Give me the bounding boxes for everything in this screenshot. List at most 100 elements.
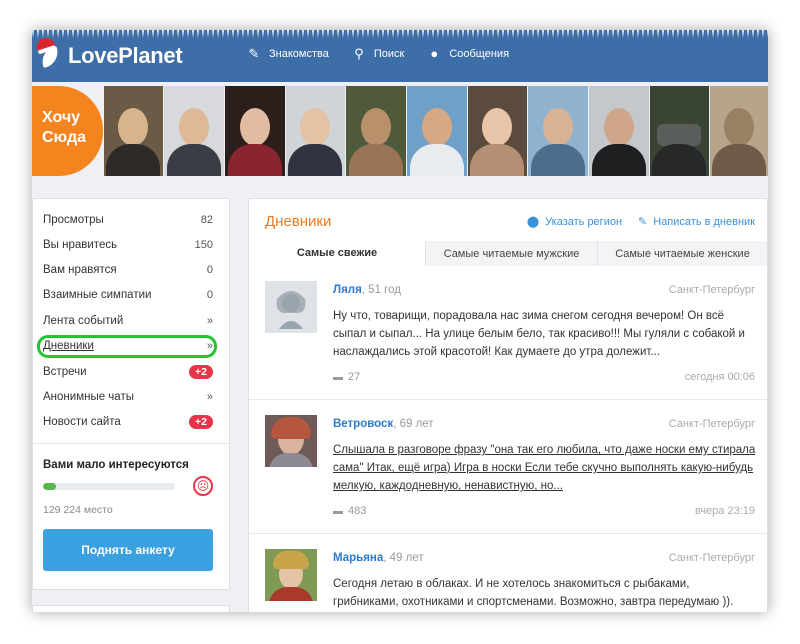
profile-photo[interactable] xyxy=(103,86,164,176)
want-here-line1: Хочу xyxy=(42,109,81,126)
progress-fill xyxy=(43,483,57,490)
diaries-panel: Дневники ⬤ Указать регион ✎ Написать в д… xyxy=(248,198,768,612)
sidebar-item-label: Вы нравитесь xyxy=(43,239,118,251)
write-diary-link[interactable]: ✎ Написать в дневник xyxy=(638,215,755,229)
search-icon: ⚲ xyxy=(354,46,364,61)
entry-city: Санкт-Петербург xyxy=(668,552,755,564)
sidebar-item-label: Дневники xyxy=(43,340,94,352)
entry-text[interactable]: Сегодня летаю в облаках. И не хотелось з… xyxy=(333,575,757,612)
author-name-link[interactable]: Ляля xyxy=(333,284,362,296)
diary-entry: Марьяна, 49 лет Санкт-Петербург Сегодня … xyxy=(249,535,767,612)
site-logo[interactable]: LovePlanet xyxy=(34,35,183,72)
profile-photo[interactable] xyxy=(588,86,649,176)
profile-photo[interactable] xyxy=(649,86,710,176)
sidebar-item-views[interactable]: Просмотры 82 xyxy=(43,210,213,230)
female-silhouette-icon xyxy=(276,291,306,329)
profile-photo[interactable] xyxy=(285,86,346,176)
profile-photo[interactable] xyxy=(406,86,467,176)
chat-icon: ● xyxy=(430,46,439,61)
author-name-link[interactable]: Марьяна xyxy=(333,552,383,564)
nav-dating-label: Знакомства xyxy=(269,48,329,60)
tab-newest[interactable]: Самые свежие xyxy=(249,241,425,266)
nav-dating[interactable]: ✎ Знакомства xyxy=(246,46,329,62)
count-badge: +2 xyxy=(189,415,213,429)
profile-photo[interactable] xyxy=(164,86,224,176)
entry-text[interactable]: Ну что, товарищи, порадовала нас зима сн… xyxy=(333,307,757,361)
write-diary-label: Написать в дневник xyxy=(653,215,755,228)
author-name-link[interactable]: Ветровоск xyxy=(333,418,393,430)
popularity-progress-bar xyxy=(43,483,175,490)
entry-comments[interactable]: ▬ 483 xyxy=(333,505,366,517)
sad-face-icon: ☹ xyxy=(193,476,213,496)
sidebar-item-label: Вам нравятся xyxy=(43,264,117,276)
santa-hat-icon xyxy=(34,35,56,53)
nav-messages[interactable]: ● Сообщения xyxy=(426,46,509,62)
sidebar-item-count: 0 xyxy=(206,264,213,276)
tab-top-male[interactable]: Самые читаемые мужские xyxy=(425,241,597,266)
sidebar-item-feed[interactable]: Лента событий » xyxy=(43,311,213,331)
entry-author: Ветровоск, 69 лет xyxy=(333,418,434,430)
sidebar-item-count: 150 xyxy=(194,239,213,251)
entry-time: вчера 23:19 xyxy=(694,505,755,517)
profile-photo[interactable] xyxy=(467,86,528,176)
rating-place: 129 224 место xyxy=(43,504,113,516)
sidebar-item-label: Просмотры xyxy=(43,214,104,226)
entry-time: сегодня 00:06 xyxy=(684,371,755,383)
diary-tabs: Самые свежие Самые читаемые мужские Самы… xyxy=(249,241,767,266)
author-age: , 51 год xyxy=(361,284,401,296)
sidebar-item-you-like[interactable]: Вам нравятся 0 xyxy=(43,260,213,280)
logo-feather-icon xyxy=(34,35,62,69)
sidebar-item-count: 82 xyxy=(200,214,213,226)
avatar[interactable] xyxy=(265,549,317,601)
author-age: , 49 лет xyxy=(383,552,424,564)
sidebar-item-meetings[interactable]: Встречи +2 xyxy=(43,362,213,382)
sidebar-item-anon-chats[interactable]: Анонимные чаты » xyxy=(43,387,213,407)
logo-text: LovePlanet xyxy=(68,43,183,68)
sidebar-next-block xyxy=(32,605,230,612)
want-here-line2: Сюда xyxy=(42,129,87,146)
sidebar-item-mutual[interactable]: Взаимные симпатии 0 xyxy=(43,285,213,305)
entry-text[interactable]: Слышала в разговоре фразу "она так его л… xyxy=(333,441,757,495)
browser-viewport: LovePlanet ✎ Знакомства ⚲ Поиск ● Сообще… xyxy=(32,30,768,612)
profile-photo[interactable] xyxy=(710,86,768,176)
photo-strip: Хочу Сюда xyxy=(32,86,768,176)
entry-author: Ляля, 51 год xyxy=(333,284,401,296)
comment-icon: ▬ xyxy=(333,371,343,383)
nav-search[interactable]: ⚲ Поиск xyxy=(351,46,404,62)
profile-photo[interactable] xyxy=(224,86,285,176)
profile-photo[interactable] xyxy=(528,86,588,176)
sidebar-item-label: Новости сайта xyxy=(43,416,121,428)
divider xyxy=(33,443,229,444)
profile-photo[interactable] xyxy=(346,86,406,176)
chevron-right-icon: » xyxy=(206,315,213,327)
sidebar-item-diaries[interactable]: Дневники » xyxy=(43,336,213,356)
tab-top-female[interactable]: Самые читаемые женские xyxy=(597,241,767,266)
nav-messages-label: Сообщения xyxy=(449,48,510,60)
nav-search-label: Поиск xyxy=(373,48,405,60)
want-here-button[interactable]: Хочу Сюда xyxy=(32,86,103,176)
sidebar-item-count: 0 xyxy=(206,289,213,301)
avatar-placeholder[interactable] xyxy=(265,281,317,333)
entry-author: Марьяна, 49 лет xyxy=(333,552,424,564)
avatar[interactable] xyxy=(265,415,317,467)
panel-actions: ⬤ Указать регион ✎ Написать в дневник xyxy=(511,215,755,229)
sidebar-item-label: Лента событий xyxy=(43,315,124,327)
raise-profile-button[interactable]: Поднять анкету xyxy=(43,529,213,571)
pencil-icon: ✎ xyxy=(638,216,648,228)
diary-entry: Ветровоск, 69 лет Санкт-Петербург Слышал… xyxy=(249,401,767,534)
sidebar: Просмотры 82 Вы нравитесь 150 Вам нравят… xyxy=(32,198,230,590)
sidebar-item-news[interactable]: Новости сайта +2 xyxy=(43,412,213,432)
entry-city: Санкт-Петербург xyxy=(668,418,755,430)
feather-icon: ✎ xyxy=(248,46,260,61)
entry-comments[interactable]: ▬ 27 xyxy=(333,371,360,383)
set-region-link[interactable]: ⬤ Указать регион xyxy=(526,215,623,229)
comment-icon: ▬ xyxy=(333,505,343,517)
location-pin-icon: ⬤ xyxy=(526,216,540,228)
set-region-label: Указать регион xyxy=(545,215,623,228)
page-title: Дневники xyxy=(265,213,332,230)
count-badge: +2 xyxy=(189,365,213,379)
top-nav: ✎ Знакомства ⚲ Поиск ● Сообщения xyxy=(246,46,531,62)
sidebar-item-liked-you[interactable]: Вы нравитесь 150 xyxy=(43,235,213,255)
snow-decoration xyxy=(32,30,768,38)
entry-city: Санкт-Петербург xyxy=(668,284,755,296)
